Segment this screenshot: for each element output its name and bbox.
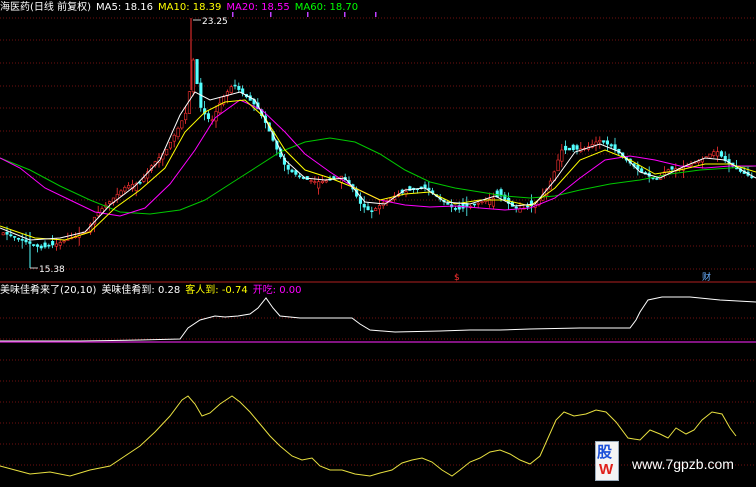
candle-body: [575, 145, 579, 150]
candle-body: [472, 203, 477, 206]
indicator-value-2: 客人到: -0.74: [185, 285, 248, 296]
candle-body: [168, 141, 172, 149]
candle-body: [526, 205, 530, 208]
candle-body: [446, 202, 450, 205]
ma20-value: MA20: 18.55: [226, 2, 290, 13]
candle-body: [24, 239, 28, 243]
main-chart-header: 海医药(日线 前复权) MA5: 18.16 MA10: 18.39 MA20: 18…: [0, 2, 363, 14]
candle-body: [556, 159, 560, 172]
candle-body: [176, 127, 180, 138]
candle-body: [362, 203, 366, 208]
candle-body: [476, 202, 480, 205]
candle-body: [206, 113, 210, 119]
stock-chart[interactable]: 23.25 15.38 $ 财: [0, 0, 756, 487]
candle-body: [180, 120, 184, 129]
stock-title: 海医药(日线 前复权): [0, 2, 91, 13]
watermark-logo: 股 W: [595, 441, 619, 481]
candle-body: [298, 175, 302, 178]
candle-body: [602, 140, 606, 143]
candle-body: [609, 144, 613, 147]
candle-body: [480, 201, 484, 203]
candle-body: [184, 112, 188, 121]
indicator-value-3: 开吃: 0.00: [252, 285, 302, 296]
candle-body: [377, 205, 382, 210]
candle-body: [571, 144, 575, 151]
candle-body: [286, 164, 290, 170]
candle-body: [195, 59, 199, 85]
candle-body: [20, 239, 24, 241]
price-high-label: 23.25: [202, 17, 228, 27]
candle-body: [670, 166, 674, 170]
candle-body: [453, 208, 458, 210]
candle-body: [613, 144, 617, 150]
candle-body: [9, 234, 13, 237]
candle-body: [719, 151, 724, 157]
indicator-value-1: 美味佳肴到: 0.28: [101, 285, 181, 296]
candle-body: [16, 237, 21, 240]
candle-body: [39, 245, 43, 249]
candle-body: [32, 244, 36, 246]
candle-body: [320, 180, 325, 184]
ma60-value: MA60: 18.70: [294, 2, 359, 13]
candle-body: [127, 185, 131, 189]
candle-body: [237, 86, 241, 90]
candle-body: [108, 201, 112, 204]
price-low-label: 15.38: [39, 265, 65, 275]
candle-body: [13, 236, 17, 238]
ma5-line: [0, 91, 756, 241]
candle-body: [366, 206, 370, 211]
candle-body: [712, 151, 716, 156]
candle-body: [47, 244, 51, 247]
indicator-name: 美味佳肴来了(20,10): [0, 285, 97, 296]
candle-body: [324, 180, 328, 183]
candle-body: [172, 134, 176, 142]
indicator-yellow-line: [0, 395, 737, 477]
candle-body: [123, 187, 127, 192]
indicator-header: 美味佳肴来了(20,10) 美味佳肴到: 0.28 客人到: -0.74 开吃: 0.…: [0, 285, 307, 297]
indicator-white-line: [0, 296, 756, 342]
candle-body: [5, 231, 9, 235]
candle-body: [138, 182, 142, 184]
candle-body: [191, 59, 195, 93]
candle-body: [598, 140, 602, 143]
candle-body: [605, 140, 610, 145]
candle-body: [560, 149, 564, 162]
event-tick: [375, 12, 377, 17]
candle-body: [51, 241, 55, 246]
event-marker-dollar: $: [454, 273, 460, 283]
candle-body: [290, 169, 294, 173]
candle-body: [35, 244, 40, 247]
candle-body: [1, 232, 5, 236]
candle-body: [708, 153, 712, 158]
candle-body: [564, 145, 568, 151]
candle-body: [58, 242, 62, 246]
watermark-url: www.7gpzb.com: [632, 456, 734, 472]
ma10-value: MA10: 18.39: [158, 2, 222, 13]
candle-body: [119, 190, 123, 196]
candle-body: [313, 181, 317, 183]
candle-body: [567, 147, 572, 151]
watermark-logo-bottom: W: [599, 461, 614, 478]
ma5-value: MA5: 18.16: [95, 2, 153, 13]
candle-body: [370, 210, 374, 213]
candle-body: [43, 242, 47, 248]
candle-body: [716, 151, 720, 157]
candle-body: [54, 243, 59, 247]
event-marker-cai: 财: [702, 271, 711, 283]
candle-body: [309, 180, 313, 182]
candle-body: [62, 240, 66, 243]
candle-body: [317, 181, 321, 189]
candle-body: [491, 197, 496, 207]
candle-body: [229, 86, 233, 93]
candle-body: [655, 178, 659, 180]
candle-body: [640, 168, 644, 173]
watermark-logo-top: 股: [597, 443, 613, 461]
candle-body: [374, 208, 378, 212]
candle-body: [514, 206, 518, 209]
candle-body: [165, 148, 169, 156]
candle-body: [233, 84, 237, 87]
